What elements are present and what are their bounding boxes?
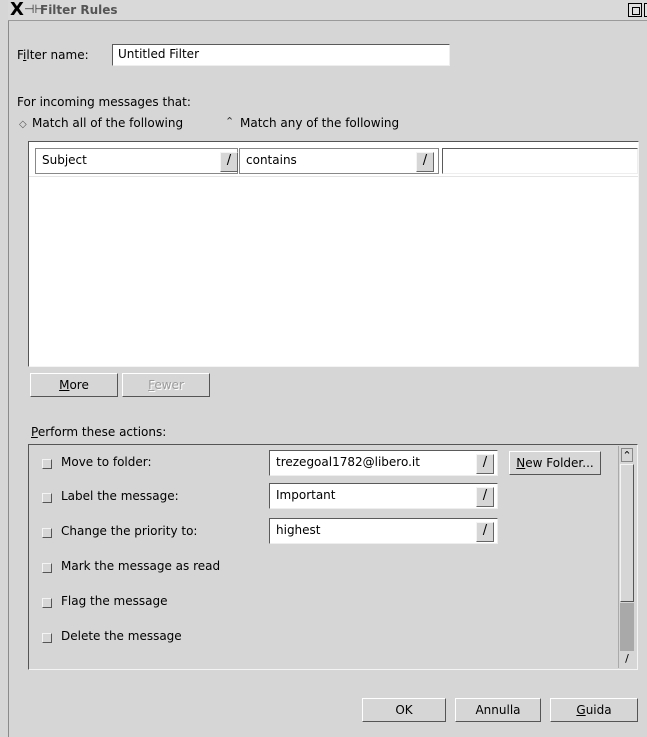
scroll-up-arrow-icon[interactable]: ⌃ [621, 448, 633, 462]
actions-list[interactable]: Move to folder: trezegoal1782@libero.it … [28, 444, 638, 670]
row-divider [29, 176, 638, 177]
priority-select[interactable]: highest / [269, 518, 498, 544]
more-button[interactable]: More [30, 373, 118, 397]
filter-name-label: Filter name: [17, 48, 89, 62]
change-priority-checkbox[interactable] [42, 528, 52, 538]
title-bar[interactable]: X ⊣⊢ Filter Rules ✕ [8, 0, 647, 21]
condition-operator-value: contains [246, 153, 297, 167]
scroll-trough[interactable] [620, 603, 634, 651]
fewer-button[interactable]: Fewer [122, 373, 210, 397]
condition-field-value: Subject [42, 153, 87, 167]
x-logo-icon: X [10, 0, 24, 20]
ok-button[interactable]: OK [362, 698, 446, 722]
conditions-list[interactable]: Subject / contains / [28, 141, 639, 367]
mark-read-label: Mark the message as read [61, 559, 221, 573]
filter-name-value: Untitled Filter [118, 47, 199, 61]
move-to-folder-label: Move to folder: [61, 455, 152, 469]
incoming-label: For incoming messages that: [17, 95, 191, 109]
actions-heading: Perform these actions: [31, 425, 167, 439]
label-message-label: Label the message: [61, 489, 179, 503]
scroll-thumb[interactable] [620, 464, 634, 602]
label-select[interactable]: Important / [269, 483, 498, 509]
match-all-radio[interactable]: ◇ Match all of the following [17, 114, 213, 132]
label-message-checkbox[interactable] [42, 493, 52, 503]
radio-off-icon: ◇ [19, 119, 27, 130]
cancel-button[interactable]: Annulla [455, 698, 541, 722]
new-folder-button[interactable]: New Folder... [509, 451, 601, 475]
dropdown-arrow-icon: / [476, 454, 494, 474]
filter-name-input[interactable]: Untitled Filter [112, 44, 450, 66]
condition-value-input[interactable] [442, 148, 638, 174]
match-any-label: Match any of the following [240, 116, 400, 130]
dropdown-arrow-icon: / [220, 152, 238, 172]
mark-read-checkbox[interactable] [42, 563, 52, 573]
condition-operator-select[interactable]: contains / [239, 148, 439, 174]
match-all-label: Match all of the following [32, 116, 184, 130]
actions-scrollbar[interactable]: ⌃ / [618, 446, 636, 668]
label-value: Important [276, 488, 336, 502]
flag-label: Flag the message [61, 594, 168, 608]
condition-field-select[interactable]: Subject / [35, 148, 238, 174]
help-button[interactable]: Guida [550, 698, 638, 722]
priority-value: highest [276, 523, 321, 537]
dropdown-arrow-icon: / [416, 152, 434, 172]
scroll-down-arrow-icon[interactable]: / [621, 652, 633, 666]
radio-on-icon: ⌃ [225, 115, 235, 128]
maximize-button[interactable] [628, 3, 642, 17]
match-any-radio[interactable]: ⌃ Match any of the following [224, 114, 414, 132]
move-to-folder-checkbox[interactable] [42, 459, 52, 469]
move-folder-value: trezegoal1782@libero.it [276, 455, 420, 469]
change-priority-label: Change the priority to: [61, 524, 198, 538]
flag-checkbox[interactable] [42, 598, 52, 608]
dropdown-arrow-icon: / [476, 487, 494, 507]
delete-checkbox[interactable] [42, 633, 52, 643]
dropdown-arrow-icon: / [476, 522, 494, 542]
move-folder-select[interactable]: trezegoal1782@libero.it / [269, 450, 498, 476]
window-frame [8, 21, 9, 737]
window-title: Filter Rules [40, 3, 118, 17]
delete-label: Delete the message [61, 629, 182, 643]
